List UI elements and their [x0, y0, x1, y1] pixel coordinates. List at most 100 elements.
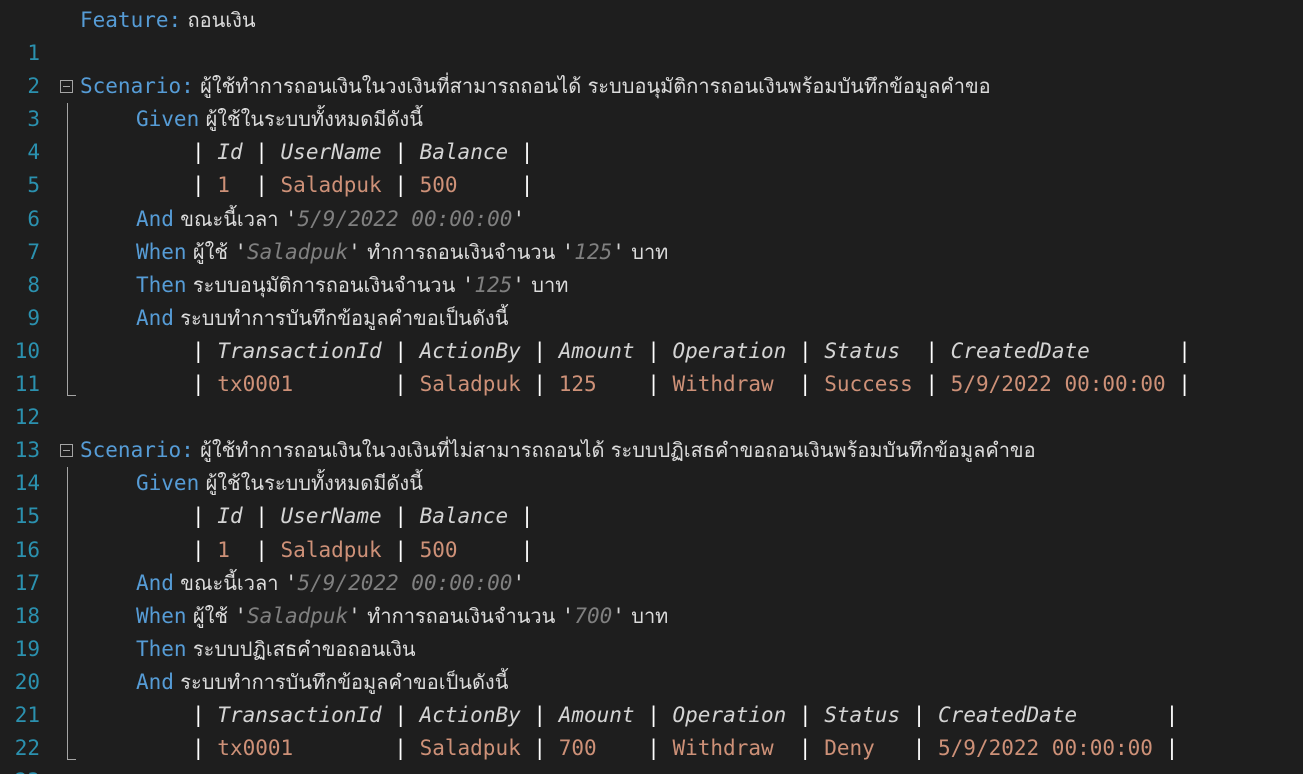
table-cell: 700 [558, 736, 597, 761]
code-line[interactable]: 8 When ผู้ใช้ 'Saladpuk' ทำการถอนเงินจำน… [0, 235, 1303, 297]
table-header-cell: TransactionId [217, 338, 382, 363]
code-line[interactable]: 19 When ผู้ใช้ 'Saladpuk' ทำการถอนเงินจำ… [0, 599, 1303, 661]
table-header-cell: CreatedDate [938, 702, 1078, 727]
table-header-row: | TransactionId | ActionBy | Amount | Op… [192, 702, 1179, 727]
step-parameter: 5/9/2022 00:00:00 [297, 206, 513, 231]
code-line[interactable]: 13 [0, 401, 1303, 462]
code-line[interactable]: 22 | TransactionId | ActionBy | Amount |… [0, 698, 1303, 760]
table-row: | tx0001 | Saladpuk | 700 | Withdraw | D… [192, 736, 1179, 761]
code-line[interactable]: 7 And ขณะนี้เวลา '5/9/2022 00:00:00' [0, 202, 1303, 264]
step-text: ทำการถอนเงินจำนวน [360, 239, 562, 264]
table-header-cell: ActionBy [419, 702, 521, 727]
fold-guide [67, 698, 68, 733]
table-cell: 5/9/2022 00:00:00 [950, 372, 1166, 397]
step-keyword: Given [136, 107, 200, 132]
fold-guide-end [67, 732, 76, 761]
scenario-title: ผู้ใช้ทำการถอนเงินในวงเงินที่ไม่สามารถถอ… [193, 438, 1036, 463]
when-step: When ผู้ใช้ 'Saladpuk' ทำการถอนเงินจำนวน… [136, 239, 669, 264]
table-header-row: | Id | UserName | Balance | [192, 140, 534, 165]
step-text: ผู้ใช้ [186, 603, 235, 628]
table-cell: 1 [217, 173, 230, 198]
code-line[interactable]: 17 | 1 | Saladpuk | 500 | [0, 533, 1303, 595]
code-line[interactable]: 16 | Id | UserName | Balance | [0, 500, 1303, 562]
table-header-cell: CreatedDate [950, 338, 1090, 363]
step-text: ผู้ใช้ในระบบทั้งหมดมีดังนี้ [199, 107, 423, 132]
fold-guide [67, 169, 68, 203]
table-cell: 125 [558, 372, 597, 397]
code-line[interactable]: 2 [0, 37, 1303, 98]
code-line[interactable]: 5 | Id | UserName | Balance | [0, 136, 1303, 197]
code-line[interactable]: 12 | tx0001 | Saladpuk | 125 | Withdraw … [0, 368, 1303, 429]
fold-guide [67, 235, 68, 269]
line-number: 23 [0, 765, 40, 774]
table-cell: 500 [419, 173, 458, 198]
step-text: ผู้ใช้ในระบบทั้งหมดมีดังนี้ [199, 471, 423, 496]
code-line[interactable]: 4 Given ผู้ใช้ในระบบทั้งหมดมีดังนี้ [0, 103, 1303, 164]
code-line[interactable]: 10 And ระบบทำการบันทึกข้อมูลคำขอเป็นดังน… [0, 301, 1303, 363]
step-text: ผู้ใช้ [186, 239, 235, 264]
step-keyword: And [136, 305, 174, 330]
scenario-title: ผู้ใช้ทำการถอนเงินในวงเงินที่สามารถถอนได… [193, 74, 991, 99]
scenario-keyword: Scenario: [80, 438, 194, 463]
fold-guide [67, 500, 68, 534]
code-line[interactable]: 21 And ระบบทำการบันทึกข้อมูลคำขอเป็นดังน… [0, 665, 1303, 727]
fold-guide [67, 103, 68, 137]
step-parameter: 125 [574, 239, 613, 264]
code-line[interactable]: 15 Given ผู้ใช้ในระบบทั้งหมดมีดังนี้ [0, 467, 1303, 528]
table-cell: Saladpuk [280, 173, 382, 198]
code-line[interactable]: 1 Feature: ถอนเงิน [0, 4, 1303, 65]
table-cell: Withdraw [672, 372, 774, 397]
code-line[interactable]: 20 Then ระบบปฏิเสธคำขอถอนเงิน [0, 632, 1303, 694]
table-header-cell: Status [824, 702, 901, 727]
step-keyword: And [136, 669, 174, 694]
table-row: | 1 | Saladpuk | 500 | [192, 537, 534, 562]
fold-collapse-icon[interactable] [60, 444, 73, 458]
and-step: And ขณะนี้เวลา '5/9/2022 00:00:00' [136, 570, 526, 595]
table-row: | 1 | Saladpuk | 500 | [192, 173, 534, 198]
table-header-cell: Id [217, 140, 243, 165]
step-text: ระบบอนุมัติการถอนเงินจำนวน [186, 272, 462, 297]
step-text: บาท [624, 603, 669, 628]
code-line[interactable]: 3 Scenario: ผู้ใช้ทำการถอนเงินในวงเงินที… [0, 70, 1303, 131]
step-text: ขณะนี้เวลา [173, 206, 285, 231]
step-keyword: Then [136, 272, 187, 297]
step-text: ระบบปฏิเสธคำขอถอนเงิน [186, 636, 416, 661]
fold-guide [67, 334, 68, 369]
and-step: And ระบบทำการบันทึกข้อมูลคำขอเป็นดังนี้ [80, 302, 508, 335]
table-cell: Saladpuk [419, 736, 521, 761]
code-line[interactable]: 9 Then ระบบอนุมัติการถอนเงินจำนวน '125' … [0, 268, 1303, 330]
step-text: ขณะนี้เวลา [173, 570, 285, 595]
table-header-cell: Amount [558, 702, 635, 727]
table-header-cell: Id [217, 504, 243, 529]
step-keyword: Then [136, 636, 187, 661]
then-step: Then ระบบอนุมัติการถอนเงินจำนวน '125' บา… [136, 272, 569, 297]
step-text: ระบบทำการบันทึกข้อมูลคำขอเป็นดังนี้ [173, 305, 509, 330]
table-header-cell: TransactionId [217, 702, 382, 727]
step-parameter: Saladpuk [247, 239, 349, 264]
table-cell: Success [824, 372, 913, 397]
step-keyword: Given [136, 471, 200, 496]
table-header-row: | Id | UserName | Balance | [192, 504, 534, 529]
code-line[interactable]: 23 | tx0001 | Saladpuk | 700 | Withdraw … [0, 732, 1303, 774]
given-step: Given ผู้ใช้ในระบบทั้งหมดมีดังนี้ [80, 467, 423, 500]
table-cell: Saladpuk [419, 372, 521, 397]
code-line[interactable]: 18 And ขณะนี้เวลา '5/9/2022 00:00:00' [0, 566, 1303, 628]
table-header-cell: Amount [558, 338, 635, 363]
code-line[interactable]: 14 Scenario: ผู้ใช้ทำการถอนเงินในวงเงินท… [0, 434, 1303, 495]
step-text: ทำการถอนเงินจำนวน [360, 603, 562, 628]
step-parameter: Saladpuk [247, 603, 349, 628]
table-header-cell: Status [824, 338, 901, 363]
fold-guide [67, 632, 68, 666]
table-header-cell: UserName [280, 140, 382, 165]
code-editor[interactable]: 1 Feature: ถอนเงิน 2 3 Scenario: ผู้ใช้ท… [0, 4, 1303, 774]
code-line[interactable]: 11 | TransactionId | ActionBy | Amount |… [0, 334, 1303, 396]
table-header-cell: Operation [672, 702, 787, 727]
code-line[interactable]: 6 | 1 | Saladpuk | 500 | [0, 169, 1303, 231]
table-header-cell: Operation [672, 338, 787, 363]
step-parameter: 5/9/2022 00:00:00 [297, 570, 513, 595]
fold-guide [67, 301, 68, 335]
step-parameter: 700 [574, 603, 613, 628]
fold-collapse-icon[interactable] [60, 80, 73, 94]
table-cell: Deny [824, 736, 875, 761]
table-cell: 1 [217, 537, 230, 562]
